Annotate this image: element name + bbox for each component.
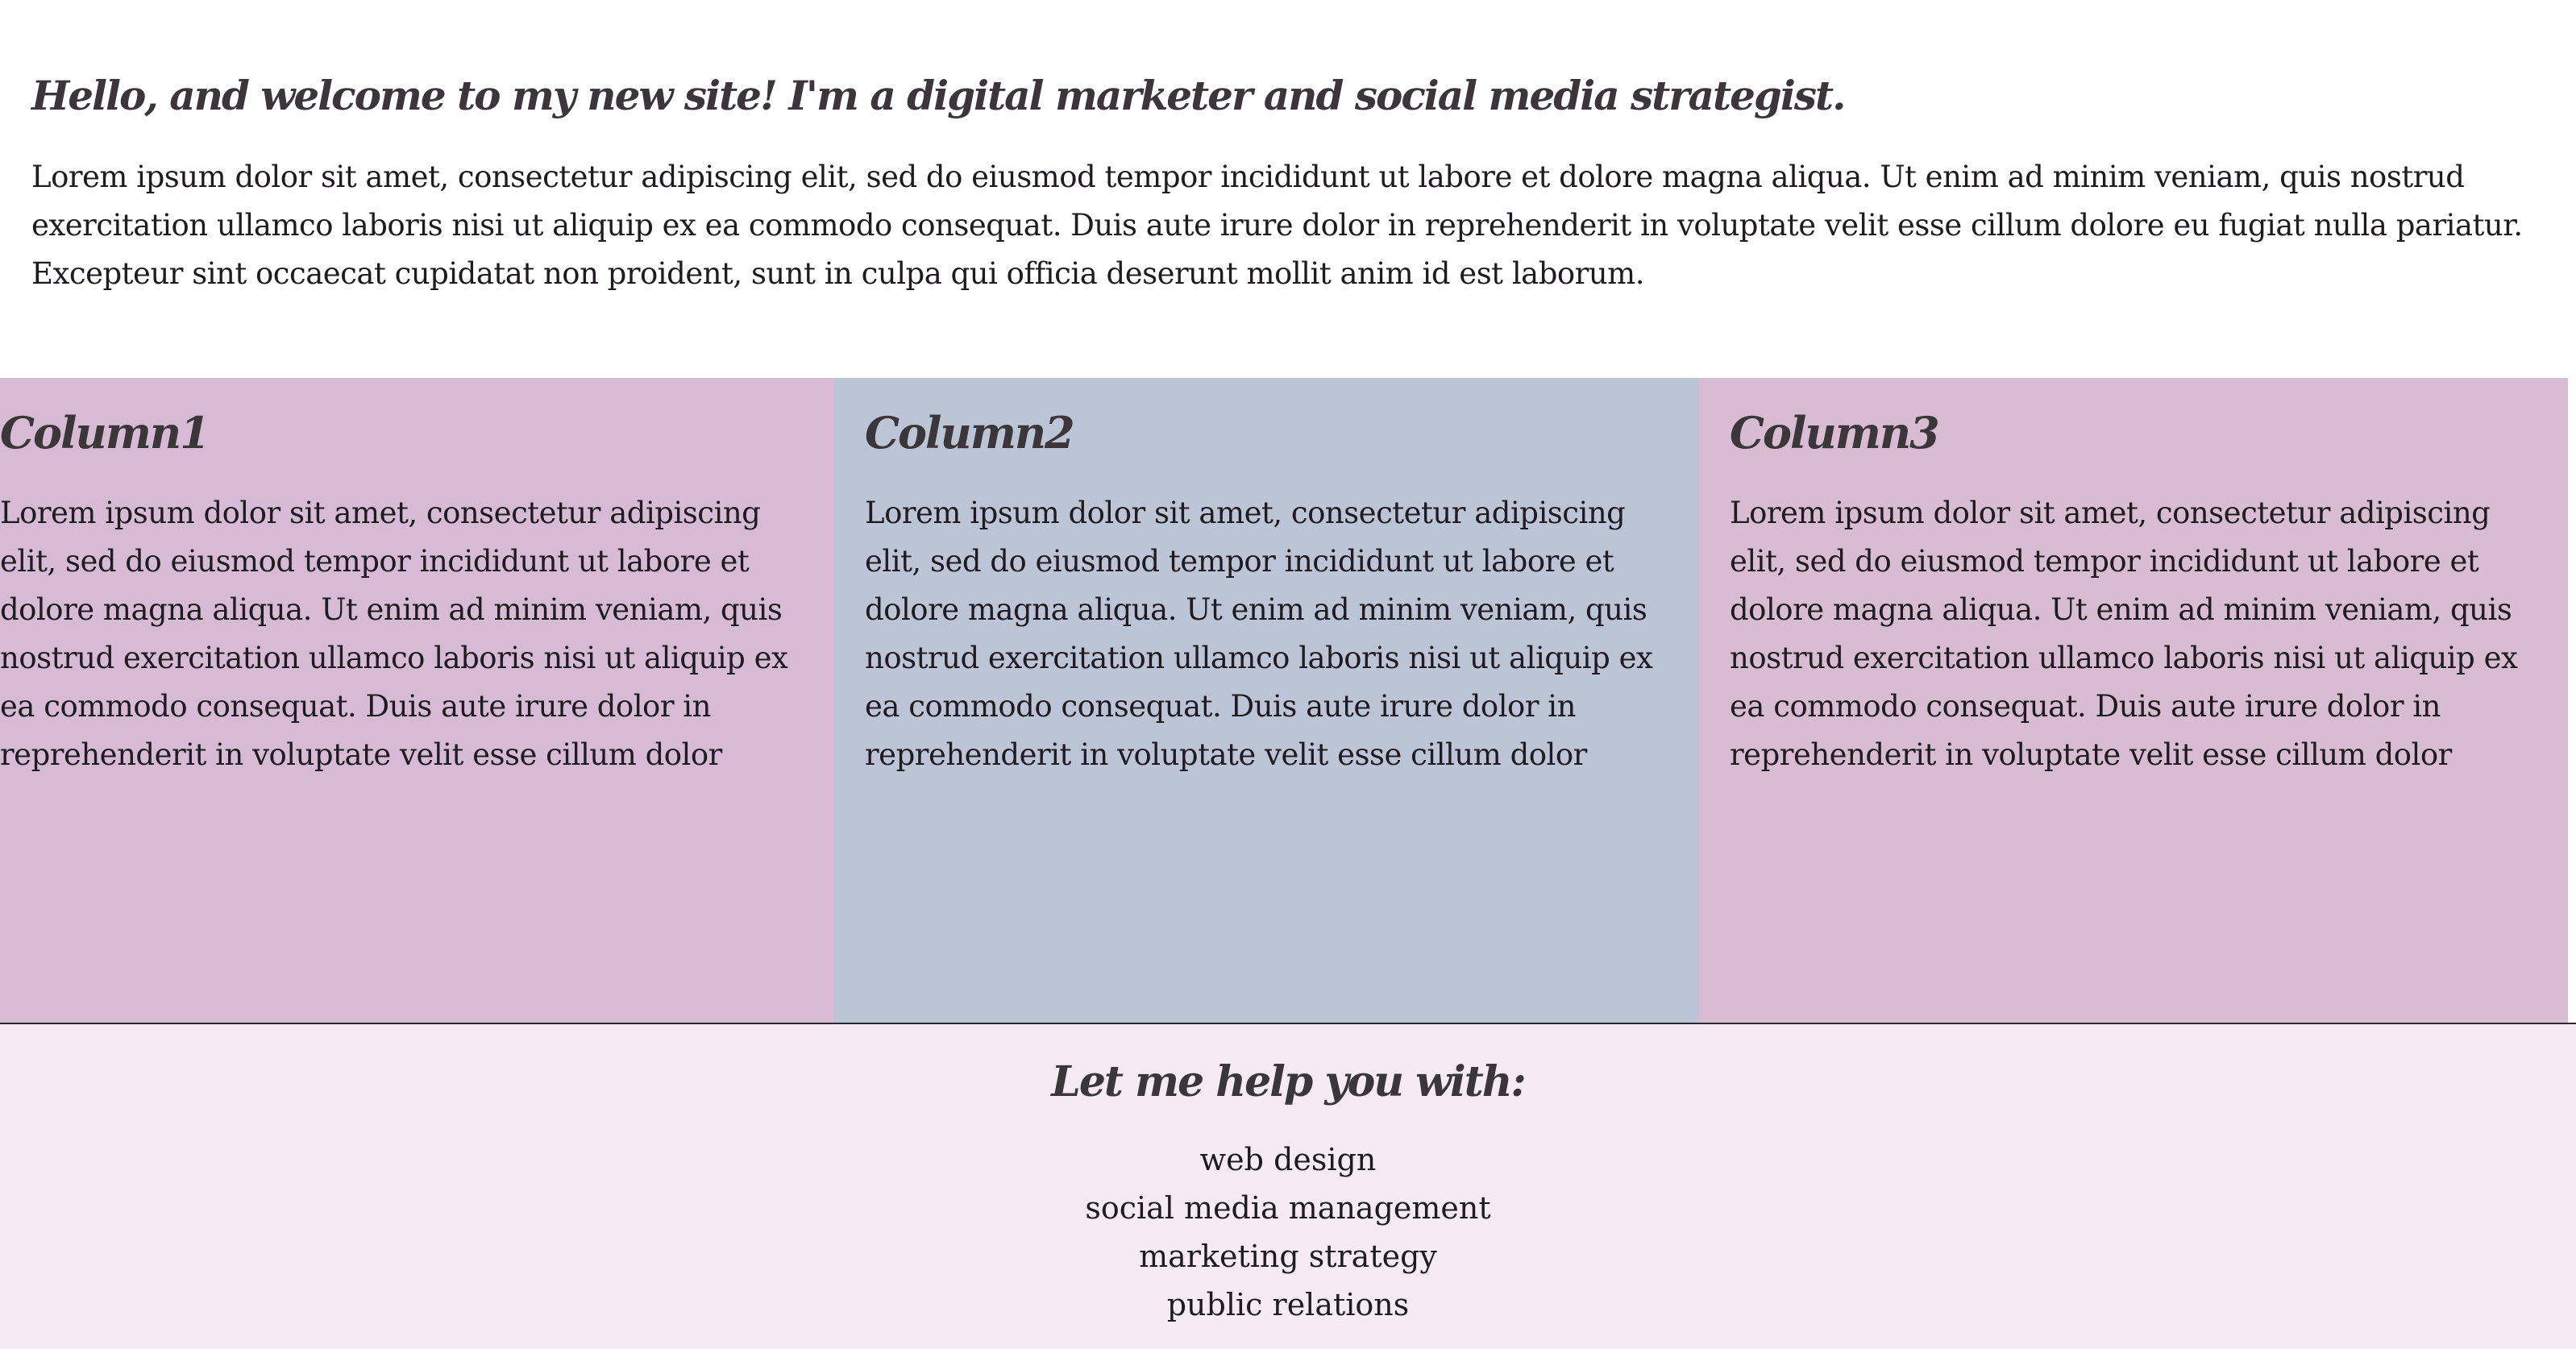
columns-section: Column1 Lorem ipsum dolor sit amet, cons… xyxy=(0,378,2568,1023)
service-item-marketing: marketing strategy xyxy=(1139,1239,1437,1274)
column-2: Column2 Lorem ipsum dolor sit amet, cons… xyxy=(834,378,1699,1023)
services-heading: Let me help you with: xyxy=(1051,1057,1526,1106)
intro-section: Hello, and welcome to my new site! I'm a… xyxy=(31,63,2576,298)
service-item-web-design: web design xyxy=(1199,1142,1377,1177)
intro-paragraph: Lorem ipsum dolor sit amet, consectetur … xyxy=(31,160,2523,291)
services-footer: Let me help you with: web design social … xyxy=(0,1024,2576,1349)
column-1-title: Column1 xyxy=(0,407,210,459)
column-2-text: Lorem ipsum dolor sit amet, consectetur … xyxy=(865,496,1653,772)
service-item-social-media: social media management xyxy=(1085,1190,1491,1226)
column-3: Column3 Lorem ipsum dolor sit amet, cons… xyxy=(1699,378,2568,1023)
column-1: Column1 Lorem ipsum dolor sit amet, cons… xyxy=(0,378,834,1023)
column-3-text: Lorem ipsum dolor sit amet, consectetur … xyxy=(1730,496,2518,772)
column-3-title: Column3 xyxy=(1730,407,1940,459)
page: Hello, and welcome to my new site! I'm a… xyxy=(0,0,2576,1349)
column-1-text: Lorem ipsum dolor sit amet, consectetur … xyxy=(0,496,788,772)
service-item-public-relations: public relations xyxy=(1166,1287,1410,1322)
welcome-heading: Hello, and welcome to my new site! I'm a… xyxy=(31,72,1847,119)
column-2-title: Column2 xyxy=(865,407,1075,459)
services-list: web design social media management marke… xyxy=(0,1135,2576,1329)
